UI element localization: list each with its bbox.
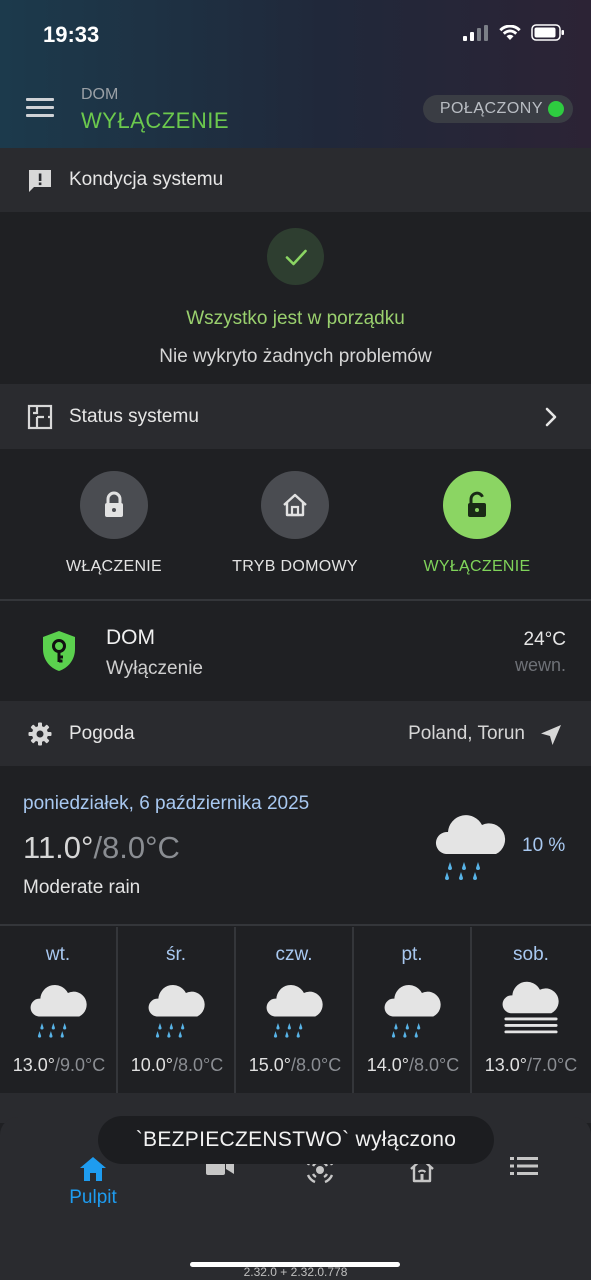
- rain-icon: [384, 985, 441, 1038]
- list-icon: [510, 1157, 538, 1175]
- signal-icon: [463, 24, 488, 41]
- weather-location[interactable]: Poland, Torun: [408, 723, 525, 745]
- battery-icon: [531, 24, 564, 41]
- temp-low: /8.0°C: [291, 1055, 342, 1075]
- forecast-day: pt. 14.0°/8.0°C: [354, 927, 472, 1093]
- home-icon: [80, 1157, 106, 1181]
- status-bar: 19:33: [0, 0, 591, 68]
- indoor-temperature: 24°C: [523, 629, 566, 650]
- arming-modes: WŁĄCZENIE TRYB DOMOWY WYŁĄCZENIE: [0, 449, 591, 601]
- mode-label: TRYB DOMOWY: [232, 558, 358, 575]
- forecast-day: czw. 15.0°/8.0°C: [236, 927, 354, 1093]
- temp-low: /7.0°C: [527, 1055, 578, 1075]
- nav-smart-home[interactable]: [392, 1155, 452, 1215]
- mode-label: WYŁĄCZENIE: [423, 558, 531, 575]
- system-health-header: Kondycja systemu: [0, 148, 591, 212]
- section-label: Kondycja systemu: [69, 169, 224, 190]
- forecast-day: śr. 10.0°/8.0°C: [118, 927, 236, 1093]
- rain-icon: [30, 985, 87, 1038]
- forecast-day-name: wt.: [45, 944, 71, 965]
- nav-more[interactable]: [494, 1155, 554, 1215]
- rain-icon: [266, 985, 323, 1038]
- health-sub-text: Nie wykryto żadnych problemów: [159, 346, 432, 367]
- nav-sensors[interactable]: [290, 1155, 350, 1215]
- check-icon: [267, 228, 324, 285]
- app-header: DOM WYŁĄCZENIE POŁĄCZONY: [0, 68, 591, 148]
- temp-low: /9.0°C: [55, 1055, 106, 1075]
- forecast-temperature: 14.0°/8.0°C: [354, 1055, 472, 1076]
- nav-label: Pulpit: [69, 1187, 117, 1208]
- connection-status-dot: [548, 101, 564, 117]
- forecast-day-name: sob.: [513, 944, 549, 965]
- health-ok-text: Wszystko jest w porządku: [186, 308, 405, 329]
- partition-card[interactable]: DOM Wyłączenie 24°C wewn.: [0, 603, 591, 701]
- system-status-row[interactable]: Status systemu: [0, 384, 591, 449]
- connection-label: POŁĄCZONY: [439, 100, 543, 117]
- forecast-temperature: 13.0°/9.0°C: [0, 1055, 118, 1076]
- gear-icon[interactable]: [27, 721, 53, 747]
- status-icons: [463, 24, 565, 41]
- rain-icon: [435, 815, 506, 880]
- temp-high: 11.0°: [23, 830, 94, 865]
- health-panel: Wszystko jest w porządku Nie wykryto żad…: [0, 213, 591, 384]
- floorplan-icon: [27, 404, 53, 430]
- forecast-strip: wt. 13.0°/9.0°C śr. 10.0°/8.0°C czw. 15.…: [0, 927, 591, 1093]
- mode-arm-button[interactable]: WŁĄCZENIE: [39, 471, 189, 576]
- forecast-day-name: pt.: [401, 944, 423, 965]
- breadcrumb: DOM: [81, 86, 119, 103]
- toast-notification: `BEZPIECZENSTWO` wyłączono: [98, 1116, 494, 1164]
- nav-cameras[interactable]: [190, 1155, 250, 1215]
- forecast-temperature: 15.0°/8.0°C: [236, 1055, 354, 1076]
- weather-header: Pogoda Poland, Torun: [0, 701, 591, 766]
- menu-icon[interactable]: [26, 98, 54, 118]
- mode-home-button[interactable]: TRYB DOMOWY: [220, 471, 370, 576]
- lock-icon: [80, 471, 148, 539]
- forecast-day: wt. 13.0°/9.0°C: [0, 927, 118, 1093]
- fog-icon: [502, 981, 559, 1034]
- temperature-location: wewn.: [514, 655, 566, 675]
- temp-high: 14.0°: [366, 1055, 409, 1075]
- section-label: Pogoda: [69, 722, 135, 744]
- partition-name: DOM: [106, 626, 155, 649]
- weather-date: poniedziałek, 6 października 2025: [23, 793, 310, 814]
- app-version: 2.32.0 + 2.32.0.778: [243, 1265, 348, 1279]
- connection-badge: POŁĄCZONY: [422, 95, 573, 123]
- wifi-icon: [499, 24, 521, 40]
- location-arrow-icon[interactable]: [539, 723, 563, 747]
- unlock-icon: [443, 471, 511, 539]
- mode-disarm-button[interactable]: WYŁĄCZENIE: [402, 471, 552, 576]
- clock: 19:33: [43, 22, 100, 47]
- rain-icon: [148, 985, 205, 1038]
- temp-high: 15.0°: [248, 1055, 291, 1075]
- temp-low: /8.0°C: [409, 1055, 460, 1075]
- alert-message-icon: [29, 170, 51, 192]
- mode-label: WŁĄCZENIE: [65, 558, 163, 575]
- page-title: WYŁĄCZENIE: [81, 108, 230, 133]
- section-label: Status systemu: [69, 405, 199, 427]
- temp-low: /8.0°C: [173, 1055, 224, 1075]
- chevron-right-icon: [545, 407, 557, 427]
- temp-low: /8.0°C: [93, 830, 180, 865]
- weather-temperature: 11.0°/8.0°C: [23, 830, 180, 866]
- forecast-temperature: 10.0°/8.0°C: [118, 1055, 236, 1076]
- home-icon: [261, 471, 329, 539]
- current-weather: poniedziałek, 6 października 2025 11.0°/…: [0, 766, 591, 926]
- temp-high: 10.0°: [130, 1055, 173, 1075]
- weather-description: Moderate rain: [23, 877, 141, 898]
- forecast-day: sob. 13.0°/7.0°C: [472, 927, 590, 1093]
- shield-key-icon: [43, 631, 75, 671]
- temp-high: 13.0°: [12, 1055, 55, 1075]
- temp-high: 13.0°: [484, 1055, 527, 1075]
- nav-dashboard[interactable]: Pulpit: [63, 1155, 123, 1215]
- forecast-temperature: 13.0°/7.0°C: [472, 1055, 590, 1076]
- partition-state: Wyłączenie: [106, 658, 203, 679]
- precipitation-probability: 10 %: [522, 835, 566, 856]
- forecast-day-name: czw.: [275, 944, 313, 965]
- forecast-day-name: śr.: [165, 944, 187, 965]
